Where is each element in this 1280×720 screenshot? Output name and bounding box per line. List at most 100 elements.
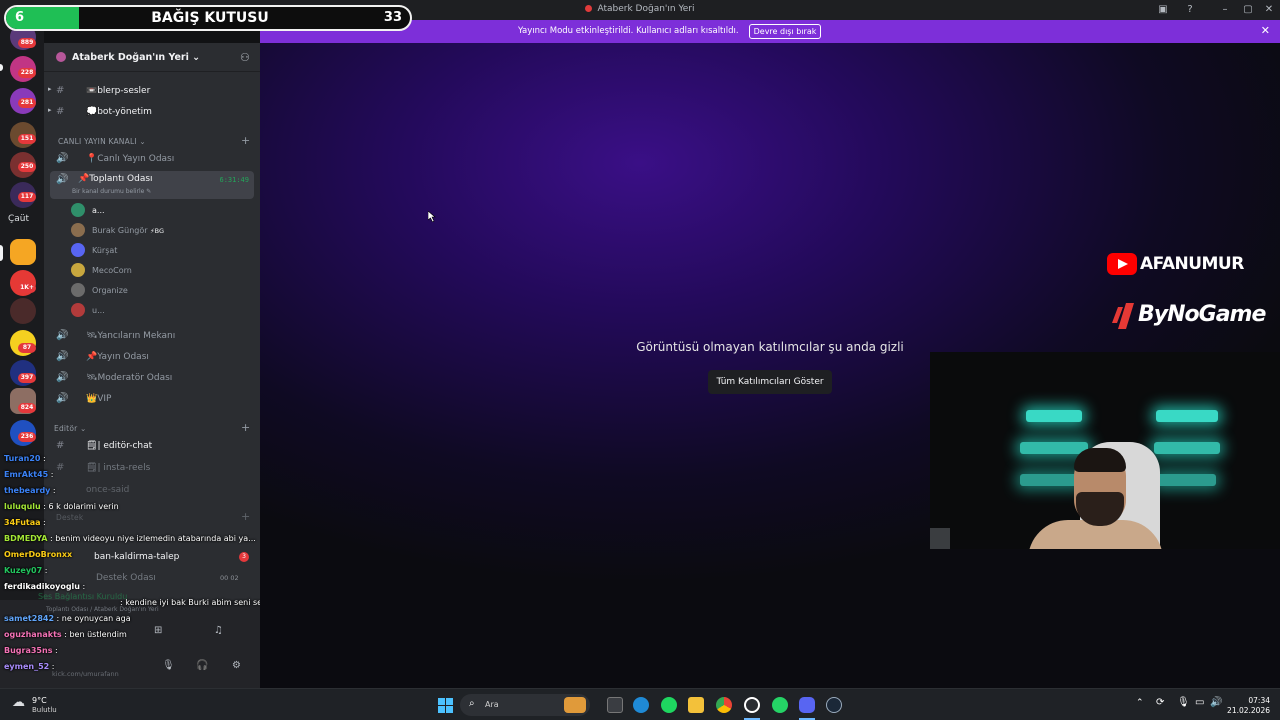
disable-streamer-mode-button[interactable]: Devre dışı bırak: [749, 24, 821, 39]
chat-message: samet2842 : ne oynuycan aga: [4, 614, 131, 623]
clock-date[interactable]: 21.02.2026: [1222, 706, 1270, 715]
channel-blerp-sesler[interactable]: # ▸ 📼blerp-sesler: [48, 82, 254, 101]
mention-badge: 824: [18, 403, 36, 413]
help-icon[interactable]: ?: [1182, 3, 1198, 17]
bynogame-logo-icon: [1112, 303, 1134, 329]
voice-channel-icon: 🔊: [56, 330, 69, 341]
sponsor-name: ByNoGame: [1138, 302, 1266, 327]
avatar: [71, 303, 85, 317]
volume-icon[interactable]: 🔊: [1210, 697, 1222, 708]
channel-label: 📌Yayın Odası: [86, 352, 149, 362]
server-header[interactable]: Ataberk Doğan'ın Yeri ⌄ ⚇: [44, 43, 260, 72]
minimize-button[interactable]: –: [1217, 3, 1233, 17]
text-channel-icon: #: [56, 440, 65, 451]
desk-object: [930, 528, 950, 549]
weather-description[interactable]: Bulutlu: [32, 706, 57, 714]
webcam-feed: [930, 352, 1280, 549]
avatar: [71, 263, 85, 277]
channel-canli-yayin-odasi[interactable]: 🔊 📍Canlı Yayın Odası: [54, 150, 254, 169]
channel-label: 🛰Yancıların Mekanı: [86, 331, 176, 341]
weather-icon[interactable]: ☁: [12, 695, 25, 710]
avatar: [71, 283, 85, 297]
chat-message: eymen_52 :: [4, 662, 55, 671]
steam-icon[interactable]: [826, 697, 842, 713]
category-editor[interactable]: Editör ⌄: [54, 424, 86, 433]
channel-yancilarin-mekani[interactable]: 🔊 🛰Yancıların Mekanı: [54, 327, 254, 346]
mention-badge: 281: [18, 98, 36, 108]
obs-icon[interactable]: [744, 697, 760, 713]
network-icon[interactable]: ⟳: [1156, 697, 1164, 708]
server-icon[interactable]: [10, 298, 36, 324]
voice-channel-icon: 🔊: [56, 393, 69, 404]
led-light: [1154, 442, 1220, 454]
close-window-button[interactable]: ✕: [1261, 3, 1277, 17]
task-view-icon[interactable]: [607, 697, 623, 713]
search-icon: ⌕: [469, 698, 475, 709]
invite-people-icon[interactable]: ⚇: [240, 51, 250, 64]
donation-title: BAĞIŞ KUTUSU: [151, 10, 269, 26]
selected-pip: [0, 245, 3, 261]
channel-toplanti-odasi[interactable]: 🔊 📌Toplantı Odası Bir kanal durumu belir…: [50, 171, 254, 199]
server-icon[interactable]: [10, 239, 36, 265]
youtube-logo-icon: [1107, 253, 1137, 275]
whatsapp-icon[interactable]: [772, 697, 788, 713]
windows-start-icon[interactable]: [438, 698, 453, 713]
channel-label: 👑VIP: [86, 394, 112, 404]
taskbar-search[interactable]: ⌕ Ara: [460, 694, 590, 716]
channel-yayin-odasi[interactable]: 🔊 📌Yayın Odası: [54, 348, 254, 367]
channel-bot-yonetim[interactable]: # ▸ 💭bot-yönetim: [48, 103, 254, 122]
close-banner-icon[interactable]: ✕: [1261, 24, 1270, 37]
voice-channel-icon: 🔊: [56, 153, 69, 164]
inbox-icon[interactable]: ▣: [1155, 3, 1171, 17]
led-light: [1026, 410, 1082, 422]
mention-badge: 889: [18, 38, 36, 48]
unread-pip: [0, 64, 3, 71]
file-explorer-icon[interactable]: [688, 697, 704, 713]
display-icon[interactable]: ▭: [1195, 697, 1204, 708]
microphone-tray-icon[interactable]: 🎙: [1177, 697, 1190, 708]
channel-timer: 6:31:49: [219, 176, 249, 184]
show-hidden-icons-icon[interactable]: ⌃: [1136, 698, 1144, 708]
voice-channel-icon: 🔊: [56, 372, 69, 383]
maximize-button[interactable]: ▢: [1240, 3, 1256, 17]
discord-icon[interactable]: [799, 697, 815, 713]
chat-message: ferdikadikoyoglu :: [4, 582, 86, 591]
create-channel-icon[interactable]: +: [241, 134, 250, 147]
chrome-icon[interactable]: [716, 697, 732, 713]
channel-label: 📍Canlı Yayın Odası: [86, 154, 175, 164]
avatar: [71, 223, 85, 237]
chat-message: oguzhanakts : ben üstlendim: [4, 630, 127, 639]
channel-moderator-odasi[interactable]: 🔊 🛰Moderatör Odası: [54, 369, 254, 388]
show-all-participants-button[interactable]: Tüm Katılımcıları Göster: [708, 370, 832, 394]
weather-temperature[interactable]: 9°C: [32, 696, 47, 705]
chat-message: OmerDoBronxx: [4, 550, 73, 559]
chat-message: Kuzey07 :: [4, 566, 48, 575]
edge-browser-icon[interactable]: [633, 697, 649, 713]
streamer-mode-banner: Yayıncı Modu etkinleştirildi. Kullanıcı …: [260, 20, 1280, 43]
donation-right-value: 33: [383, 10, 402, 25]
search-highlight-image: [564, 697, 586, 713]
banner-message: Yayıncı Modu etkinleştirildi. Kullanıcı …: [518, 26, 739, 36]
youtube-channel-name: AFANUMUR: [1140, 254, 1244, 274]
clock-time[interactable]: 07:34: [1222, 696, 1270, 705]
category-live[interactable]: CANLI YAYIN KANALI ⌄: [58, 137, 146, 146]
mention-badge: 397: [18, 373, 36, 383]
search-label: Ara: [485, 700, 499, 709]
chat-message: EmrAkt45 :: [4, 470, 54, 479]
collapse-arrow-icon: ▸: [48, 85, 52, 93]
create-channel-icon[interactable]: +: [241, 421, 250, 434]
led-light: [1020, 442, 1088, 454]
chat-message: Bugra35ns :: [4, 646, 58, 655]
text-channel-icon: #: [56, 85, 65, 96]
chat-message: Turan20 :: [4, 454, 46, 463]
spotify-icon[interactable]: [661, 697, 677, 713]
voice-channel-icon: 🔊: [56, 351, 69, 362]
channel-label: 📼blerp-sesler: [86, 86, 151, 96]
chat-message: 34Futaa :: [4, 518, 46, 527]
led-light: [1020, 474, 1080, 486]
channel-vip[interactable]: 🔊 👑VIP: [54, 390, 254, 409]
channel-status[interactable]: Bir kanal durumu belirle ✎: [72, 188, 151, 195]
folder-label[interactable]: Çaüt: [8, 214, 29, 224]
discord-icon: [585, 5, 593, 12]
collapse-arrow-icon: ▸: [48, 106, 52, 114]
